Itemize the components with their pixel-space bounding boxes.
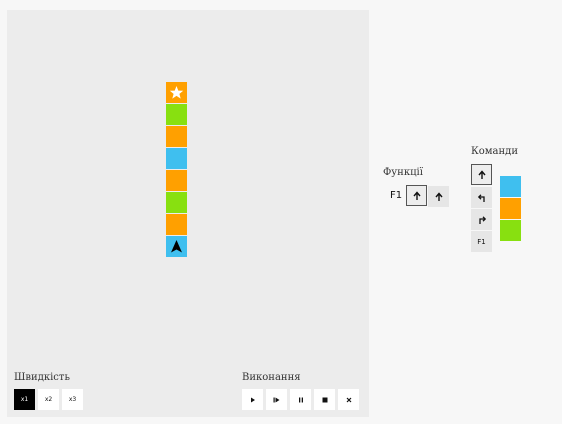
f1-slot-2[interactable] xyxy=(428,186,449,207)
arrow-up-icon xyxy=(477,169,486,179)
step-button[interactable] xyxy=(266,389,287,410)
tile-orange xyxy=(166,170,187,191)
turn-right-icon xyxy=(478,215,486,224)
arrow-up-icon xyxy=(434,191,443,201)
close-icon xyxy=(346,397,351,402)
command-turn-left[interactable] xyxy=(471,187,492,208)
speed-label: Швидкість xyxy=(14,372,70,383)
arrow-up-icon xyxy=(412,190,421,200)
speed-x2-button[interactable]: x2 xyxy=(38,389,59,410)
stop-button[interactable] xyxy=(314,389,335,410)
tile-blue-robot xyxy=(166,236,187,257)
command-f1[interactable]: F1 xyxy=(471,231,492,252)
robot-arrow-icon xyxy=(171,240,182,253)
color-swatch-orange[interactable] xyxy=(500,198,521,219)
reset-button[interactable] xyxy=(338,389,359,410)
play-icon xyxy=(250,397,255,402)
play-button[interactable] xyxy=(242,389,263,410)
tile-green xyxy=(166,104,187,125)
tile-orange xyxy=(166,126,187,147)
speed-x3-button[interactable]: x3 xyxy=(62,389,83,410)
star-icon xyxy=(169,86,184,99)
f1-slot-1[interactable] xyxy=(406,185,427,206)
command-turn-right[interactable] xyxy=(471,209,492,230)
pause-icon xyxy=(298,397,303,402)
color-swatch-green[interactable] xyxy=(500,220,521,241)
tile-orange xyxy=(166,214,187,235)
step-icon xyxy=(273,397,280,402)
color-swatch-blue[interactable] xyxy=(500,176,521,197)
tile-green xyxy=(166,192,187,213)
command-forward[interactable] xyxy=(471,164,492,185)
tile-blue xyxy=(166,148,187,169)
f1-row-label: F1 xyxy=(390,190,403,201)
functions-label: Функції xyxy=(383,167,423,178)
commands-label: Команди xyxy=(471,146,518,157)
stop-icon xyxy=(322,397,327,402)
speed-x1-button[interactable]: x1 xyxy=(14,389,35,410)
turn-left-icon xyxy=(477,193,485,202)
tile-orange-star xyxy=(166,82,187,103)
pause-button[interactable] xyxy=(290,389,311,410)
game-board: Швидкість x1 x2 x3 Виконання xyxy=(7,10,369,417)
execution-label: Виконання xyxy=(242,372,301,383)
